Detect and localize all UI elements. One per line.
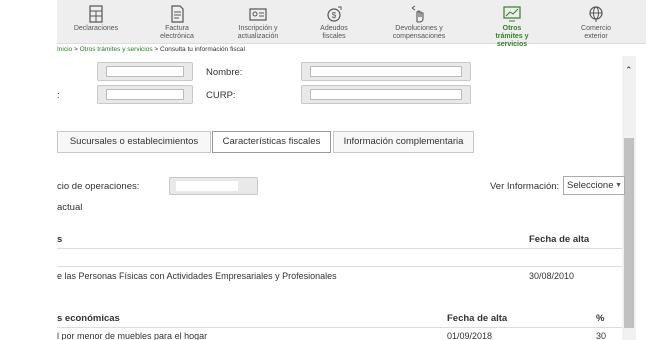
tab-label: Características fiscales bbox=[222, 136, 321, 147]
nombre-label: Nombre: bbox=[206, 67, 243, 78]
money-icon: $ bbox=[324, 4, 344, 24]
tab-caracteristicas-fiscales[interactable]: Características fiscales bbox=[212, 131, 331, 153]
nav-label: Adeudos fiscales bbox=[320, 25, 348, 40]
fecha-alta-header: Fecha de alta bbox=[447, 313, 508, 324]
redacted-value bbox=[106, 66, 184, 77]
globe-icon bbox=[586, 4, 606, 24]
inicio-operaciones-label: cio de operaciones: bbox=[57, 181, 140, 192]
page: Declaraciones Factura electrónica Inscri… bbox=[0, 0, 646, 340]
tab-sucursales[interactable]: Sucursales o establecimientos bbox=[57, 131, 211, 153]
vertical-scrollbar[interactable]: ⌃ bbox=[622, 56, 636, 340]
breadcrumb-separator: > bbox=[152, 46, 160, 53]
svg-text:$: $ bbox=[332, 11, 337, 20]
nav-label: Devoluciones y compensaciones bbox=[392, 25, 446, 40]
regimen-header: s bbox=[57, 234, 63, 245]
scroll-up-icon[interactable]: ⌃ bbox=[625, 65, 633, 76]
breadcrumb-home-link[interactable]: Inicio bbox=[57, 46, 72, 53]
porcentaje-cell: 30 bbox=[596, 331, 607, 340]
situacion-actual-label: actual bbox=[57, 202, 83, 213]
actividad-cell: l por menor de muebles para el hogar bbox=[57, 331, 208, 340]
breadcrumb-separator: > bbox=[72, 46, 80, 53]
redacted-value bbox=[310, 66, 462, 77]
nav-label: Comercio exterior bbox=[581, 25, 611, 40]
tab-label: Información complementaria bbox=[343, 136, 464, 147]
nav-label: Inscripción y actualización bbox=[237, 25, 279, 40]
nav-inscripcion[interactable]: Inscripción y actualización bbox=[219, 0, 297, 44]
nav-factura[interactable]: Factura electrónica bbox=[142, 0, 212, 44]
nav-comercio[interactable]: Comercio exterior bbox=[562, 0, 630, 44]
ver-informacion-select[interactable]: Seleccione ▼ bbox=[563, 176, 625, 195]
divider bbox=[57, 266, 622, 267]
curp-field bbox=[301, 85, 471, 104]
regimen-cell: e las Personas Físicas con Actividades E… bbox=[57, 271, 337, 281]
hand-icon bbox=[409, 4, 429, 24]
left-field bbox=[97, 85, 193, 104]
fecha-alta-cell: 30/08/2010 bbox=[529, 271, 575, 281]
tab-informacion-complementaria[interactable]: Información complementaria bbox=[333, 131, 474, 153]
divider bbox=[57, 327, 622, 328]
monitor-chart-icon bbox=[502, 4, 522, 24]
rfc-field bbox=[97, 62, 193, 81]
divider bbox=[57, 248, 622, 249]
nav-otros-tramites[interactable]: Otros trámites y servicios bbox=[471, 0, 553, 48]
select-value: Seleccione bbox=[567, 180, 614, 191]
porcentaje-header: % bbox=[596, 313, 605, 324]
nav-adeudos[interactable]: $ Adeudos fiscales bbox=[301, 0, 367, 44]
scrollbar-thumb[interactable] bbox=[624, 138, 634, 328]
nav-declaraciones[interactable]: Declaraciones bbox=[57, 0, 135, 44]
breadcrumb-current: Consulta tu información fiscal bbox=[160, 46, 245, 53]
nav-label: Declaraciones bbox=[73, 25, 119, 32]
id-card-icon bbox=[248, 4, 268, 24]
redacted-value bbox=[106, 89, 184, 100]
actividades-header: s económicas bbox=[57, 313, 120, 324]
fecha-alta-cell: 01/09/2018 bbox=[447, 331, 493, 340]
redacted-value bbox=[310, 89, 462, 100]
nav-label: Otros trámites y servicios bbox=[495, 25, 529, 48]
breadcrumb-section-link[interactable]: Otros trámites y servicios bbox=[80, 46, 153, 53]
tab-label: Sucursales o establecimientos bbox=[69, 136, 199, 147]
field-label: : bbox=[57, 90, 60, 101]
top-navigation: Declaraciones Factura electrónica Inscri… bbox=[57, 0, 646, 48]
inicio-operaciones-field bbox=[169, 177, 258, 195]
nav-label: Factura electrónica bbox=[160, 25, 194, 40]
nav-devoluciones[interactable]: Devoluciones y compensaciones bbox=[375, 0, 463, 44]
curp-label: CURP: bbox=[206, 90, 236, 101]
invoice-icon bbox=[167, 4, 187, 24]
redacted-value bbox=[176, 181, 238, 191]
ver-informacion-label: Ver Información: bbox=[490, 181, 560, 192]
calculator-icon bbox=[86, 4, 106, 24]
chevron-down-icon: ▼ bbox=[615, 182, 622, 189]
fecha-alta-header: Fecha de alta bbox=[529, 234, 590, 245]
breadcrumb: Inicio > Otros trámites y servicios > Co… bbox=[57, 46, 245, 53]
nombre-field bbox=[301, 62, 471, 81]
